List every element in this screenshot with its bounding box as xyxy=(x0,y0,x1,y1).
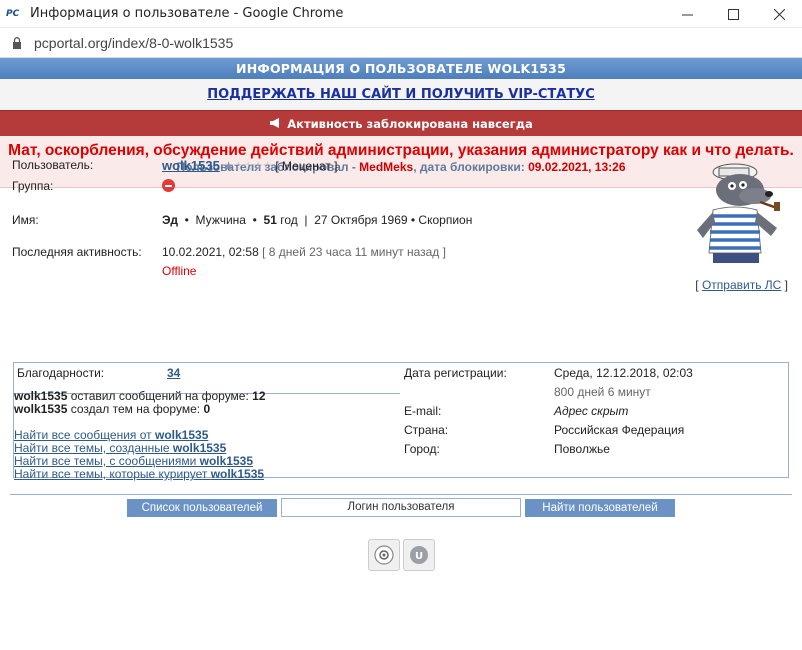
age-unit: год xyxy=(280,213,298,227)
window-titlebar: PC Информация о пользователе - Google Ch… xyxy=(0,0,802,28)
lock-icon[interactable] xyxy=(10,36,24,50)
group-value xyxy=(162,178,175,193)
user-value: wolk1535 ★☆☆☆☆ [ Меценат ] xyxy=(162,158,337,173)
url-text[interactable]: pcportal.org/index/8-0-wolk1535 xyxy=(34,35,233,51)
real-name: Эд xyxy=(162,213,178,227)
close-icon[interactable] xyxy=(756,0,802,28)
username-link[interactable]: wolk1535 xyxy=(162,158,220,173)
address-bar[interactable]: pcportal.org/index/8-0-wolk1535 xyxy=(0,28,802,58)
posts-text: оставил сообщений на форуме: xyxy=(67,389,253,403)
find-topics-posted-link[interactable]: Найти все темы, с сообщениями wolk1535 xyxy=(14,454,253,468)
topics-count-row: wolk1535 создал тем на форуме: 0 xyxy=(14,402,210,416)
activity-value: 10.02.2021, 02:58 [ 8 дней 23 часа 11 ми… xyxy=(162,245,446,259)
find-posts-text: Найти все сообщения от xyxy=(14,428,155,442)
age: 51 xyxy=(263,213,277,227)
svg-text:U: U xyxy=(415,551,423,562)
send-pm-link[interactable]: Отправить ЛС xyxy=(702,278,781,292)
gender: Мужчина xyxy=(195,213,246,227)
ban-date-label: , дата блокировки: xyxy=(413,160,529,174)
posts-count-row: wolk1535 оставил сообщений на форуме: 12 xyxy=(14,389,266,403)
thanks-label: Благодарности: xyxy=(17,366,105,380)
last-activity: 10.02.2021, 02:58 xyxy=(162,245,259,259)
block-notice-bar: Активность заблокирована навсегда xyxy=(0,110,802,136)
thanks-count-link[interactable]: 34 xyxy=(167,366,180,380)
page-content: ИНФОРМАЦИЯ О ПОЛЬЗОВАТЕЛЕ WOLK1535 ПОДДЕ… xyxy=(0,58,802,650)
send-pm-bracket-open: [ xyxy=(695,278,702,292)
block-notice-text: Активность заблокирована навсегда xyxy=(287,117,533,131)
city-value: Поволжье xyxy=(554,442,610,456)
ban-by-name: MedMeks xyxy=(359,160,414,174)
birth-date: 27 Октября 1969 xyxy=(314,213,408,227)
users-list-button[interactable]: Список пользователей xyxy=(127,499,277,517)
find-topics-curated-link[interactable]: Найти все темы, которые курирует wolk153… xyxy=(14,467,264,481)
posts-count: 12 xyxy=(252,389,266,403)
maximize-icon[interactable] xyxy=(710,0,756,28)
ban-reason: Мат, оскорбления, обсуждение действий ад… xyxy=(8,142,794,159)
send-pm: [ Отправить ЛС ] xyxy=(695,278,788,292)
find-topics-curated-text: Найти все темы, которые курирует xyxy=(14,467,211,481)
rss-icon[interactable] xyxy=(368,539,400,571)
last-activity-ago: [ 8 дней 23 часа 11 минут назад ] xyxy=(262,245,446,259)
banned-group-icon xyxy=(162,179,175,193)
find-topics-posted-user: wolk1535 xyxy=(199,454,253,468)
star-filled-icon: ★ xyxy=(223,159,234,173)
find-topics-created-user: wolk1535 xyxy=(172,441,227,455)
email-label: E-mail: xyxy=(404,404,442,418)
stats-box: Благодарности: 34 wolk1535 оставил сообщ… xyxy=(13,362,789,481)
ban-date: 09.02.2021, 13:26 xyxy=(528,160,626,174)
country-label: Страна: xyxy=(404,423,449,437)
window-controls xyxy=(664,0,802,28)
find-topics-posted-text: Найти все темы, с сообщениями xyxy=(14,454,200,468)
topics-count: 0 xyxy=(203,402,211,416)
login-search-input[interactable]: Логин пользователя xyxy=(281,498,521,517)
topics-user: wolk1535 xyxy=(14,402,68,416)
send-pm-bracket-close: ] xyxy=(781,278,788,292)
find-posts-user: wolk1535 xyxy=(155,428,209,442)
zodiac: Скорпион xyxy=(418,213,473,227)
find-users-button[interactable]: Найти пользователей xyxy=(525,499,675,517)
reg-label: Дата регистрации: xyxy=(404,366,507,380)
reg-date: Среда, 12.12.2018, 02:03 xyxy=(554,366,693,380)
user-rank: [ Меценат ] xyxy=(275,159,338,173)
vip-link[interactable]: ПОДДЕРЖАТЬ НАШ САЙТ И ПОЛУЧИТЬ VIP-СТАТУ… xyxy=(207,87,595,102)
email-value: Адрес скрыт xyxy=(554,404,629,418)
user-label: Пользователь: xyxy=(12,158,94,172)
reg-ago: 800 дней 6 минут xyxy=(554,385,651,399)
group-label: Группа: xyxy=(12,179,54,193)
find-topics-curated-user: wolk1535 xyxy=(210,467,265,481)
activity-label: Последняя активность: xyxy=(12,245,142,259)
find-topics-created-text: Найти все темы, созданные xyxy=(14,441,173,455)
find-topics-created-link[interactable]: Найти все темы, созданные wolk1535 xyxy=(14,441,226,455)
online-status: Offline xyxy=(162,264,197,278)
window-title: Информация о пользователе - Google Chrom… xyxy=(30,6,344,21)
name-value: Эд • Мужчина • 51 год | 27 Октября 1969 … xyxy=(162,213,473,227)
city-label: Город: xyxy=(404,442,440,456)
posts-user: wolk1535 xyxy=(14,389,68,403)
avatar xyxy=(685,158,790,263)
megaphone-icon xyxy=(269,112,281,138)
page-title: ИНФОРМАЦИЯ О ПОЛЬЗОВАТЕЛЕ WOLK1535 xyxy=(0,58,802,79)
minimize-icon[interactable] xyxy=(664,0,710,28)
footer-divider xyxy=(10,494,792,495)
name-label: Имя: xyxy=(12,213,39,227)
country-value: Российская Федерация xyxy=(554,423,685,437)
find-posts-link[interactable]: Найти все сообщения от wolk1535 xyxy=(14,428,208,442)
ucoz-icon[interactable]: U xyxy=(403,539,435,571)
vip-row: ПОДДЕРЖАТЬ НАШ САЙТ И ПОЛУЧИТЬ VIP-СТАТУ… xyxy=(0,79,802,110)
rating-stars: ★☆☆☆☆ xyxy=(223,159,273,173)
topics-text: создал тем на форуме: xyxy=(67,402,204,416)
site-favicon: PC xyxy=(6,8,20,19)
